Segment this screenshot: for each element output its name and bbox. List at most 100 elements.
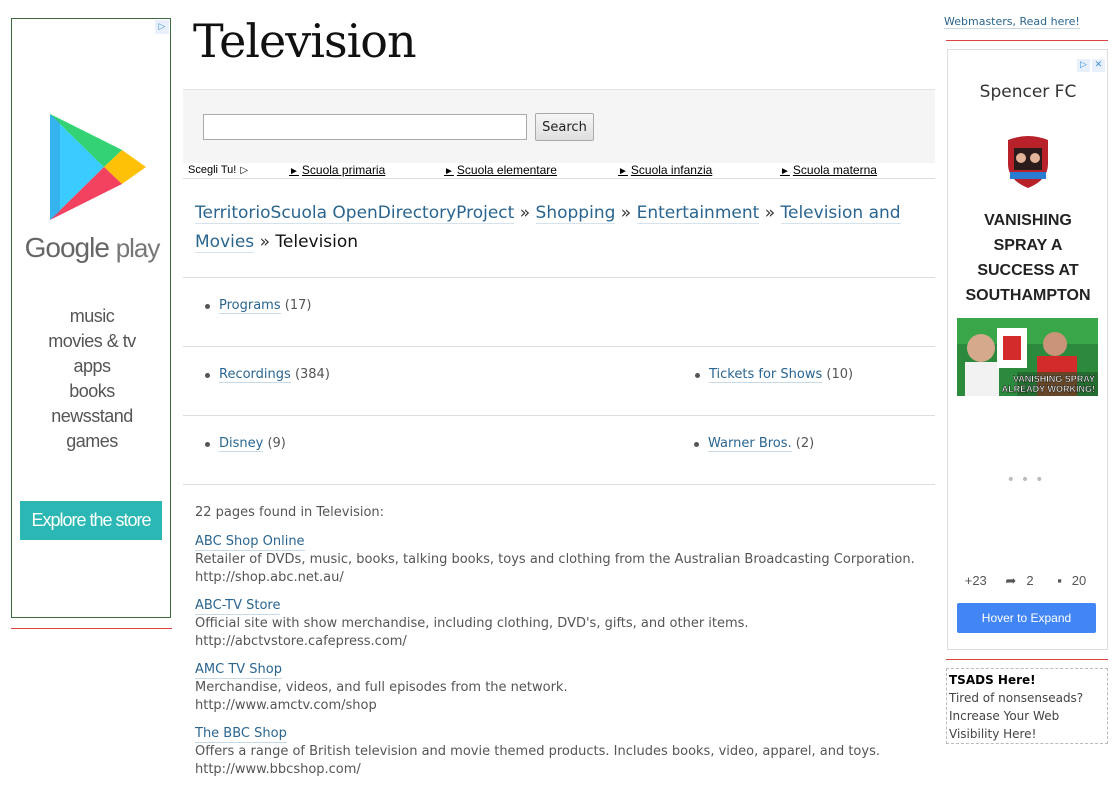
category-tickets: Tickets for Shows (10) (695, 367, 854, 383)
site-url: http://shop.abc.net.au/ (195, 570, 344, 585)
school-link-elementare[interactable]: ► Scuola elementare (444, 163, 557, 177)
explore-store-button[interactable]: Explore the store (20, 501, 162, 540)
category-link-tickets[interactable]: Tickets for Shows (709, 367, 823, 383)
play-arrow-icon: ► (289, 166, 299, 177)
play-arrow-icon: ► (444, 166, 454, 177)
site-title-link[interactable]: AMC TV Shop (195, 661, 282, 679)
category-count: (17) (284, 298, 312, 313)
divider (183, 484, 935, 485)
gp-item-books: books (69, 381, 115, 401)
gp-item-newsstand: newsstand (51, 406, 133, 426)
category-link-recordings[interactable]: Recordings (219, 367, 291, 383)
site-title-link[interactable]: The BBC Shop (195, 725, 287, 743)
site-description: Merchandise, videos, and full episodes f… (195, 680, 568, 695)
bullet-icon (695, 373, 700, 378)
site-entry: The BBC Shop Offers a range of British t… (195, 725, 880, 779)
breadcrumb-separator: » (620, 203, 632, 223)
breadcrumb-separator: » (519, 203, 531, 223)
adchoices-icon[interactable]: ▷ (1077, 59, 1090, 72)
breadcrumb-link-shopping[interactable]: Shopping (535, 203, 616, 224)
bullet-icon (205, 442, 210, 447)
gp-item-music: music (69, 306, 115, 326)
site-entry: AMC TV Shop Merchandise, videos, and ful… (195, 661, 568, 715)
page-title: Television (193, 14, 417, 68)
site-url: http://abctvstore.cafepress.com/ (195, 634, 407, 649)
right-divider (946, 659, 1108, 660)
site-entry: ABC Shop Online Retailer of DVDs, music,… (195, 533, 915, 587)
breadcrumb-link-entertainment[interactable]: Entertainment (636, 203, 760, 224)
school-link-infanzia[interactable]: ► Scuola infanzia (618, 163, 712, 177)
category-link-programs[interactable]: Programs (219, 298, 281, 314)
right-divider (946, 40, 1108, 41)
category-count: (10) (826, 367, 854, 382)
site-title-link[interactable]: ABC-TV Store (195, 597, 281, 615)
bullet-icon (694, 442, 699, 447)
school-bar: Scegli Tu! ▷ ► Scuola primaria ► Scuola ele… (183, 163, 935, 179)
bullet-icon (205, 373, 210, 378)
category-link-warner[interactable]: Warner Bros. (708, 436, 792, 452)
carousel-dots-icon[interactable]: ••• (948, 472, 1108, 488)
google-play-logo-icon (50, 114, 146, 220)
left-divider (11, 628, 172, 629)
divider (183, 277, 935, 278)
tsads-title[interactable]: TSADS Here! (949, 672, 1105, 689)
divider (183, 346, 935, 347)
search-panel: Search (183, 89, 935, 163)
comment-icon: ▪ (1057, 573, 1062, 588)
tsads-line: Visibility Here! (949, 727, 1037, 741)
category-warner: Warner Bros. (2) (694, 436, 815, 452)
tsads-line: Tired of nonsenseads? (949, 691, 1084, 705)
google-play-ad[interactable]: ▷ Google play music movies & tv apps boo… (11, 18, 171, 618)
pages-found-summary: 22 pages found in Television: (195, 505, 385, 520)
category-count: (384) (294, 367, 330, 382)
gp-item-games: games (66, 431, 118, 451)
share-icon: ➦ (1005, 573, 1017, 588)
comment-count: ▪ 20 (1057, 573, 1087, 588)
site-description: Offers a range of British television and… (195, 744, 880, 759)
play-arrow-icon: ► (618, 166, 628, 177)
play-arrow-icon: ► (780, 166, 790, 177)
share-count: ➦ 2 (1005, 573, 1034, 588)
category-recordings: Recordings (384) (205, 367, 330, 383)
ad-photo: VANISHING SPRAY ALREADY WORKING! (957, 318, 1098, 396)
category-count: (9) (267, 436, 286, 451)
breadcrumb-link-root[interactable]: TerritorioScuola OpenDirectoryProject (195, 203, 515, 224)
category-programs: Programs (17) (205, 298, 312, 314)
site-description: Retailer of DVDs, music, books, talking … (195, 552, 915, 567)
scegli-label[interactable]: Scegli Tu! ▷ (188, 164, 248, 176)
spencer-fc-ad[interactable]: ▷ ✕ Spencer FC VANISHING SPRAY A SUCCESS … (947, 49, 1108, 650)
tsads-box[interactable]: TSADS Here! Tired of nonsenseads? Increa… (946, 668, 1108, 744)
site-title-link[interactable]: ABC Shop Online (195, 533, 305, 551)
site-entry: ABC-TV Store Official site with show mer… (195, 597, 749, 651)
photo-caption: VANISHING SPRAY (1013, 374, 1095, 384)
breadcrumb-separator: » (259, 232, 270, 252)
breadcrumb-separator: » (764, 203, 776, 223)
search-input[interactable] (203, 114, 527, 140)
divider (183, 415, 935, 416)
club-crest-icon (1008, 136, 1048, 188)
play-icon: ▷ (240, 165, 249, 176)
search-button[interactable]: Search (535, 113, 594, 141)
breadcrumb: TerritorioScuola OpenDirectoryProject » … (195, 199, 923, 257)
close-icon[interactable]: ✕ (1092, 59, 1105, 72)
ad-icons: ▷ ✕ (1075, 52, 1105, 72)
hover-expand-button[interactable]: Hover to Expand (957, 603, 1096, 633)
breadcrumb-current: Television (275, 232, 359, 252)
ad-headline: VANISHING SPRAY A SUCCESS AT SOUTHAMPTON (965, 212, 1091, 304)
plus-count: +23 (964, 573, 987, 588)
adchoices-icon[interactable]: ▷ (155, 20, 169, 34)
photo-caption: ALREADY WORKING! (1002, 384, 1095, 394)
webmasters-link[interactable]: Webmasters, Read here! (944, 15, 1080, 29)
category-count: (2) (795, 436, 815, 451)
category-link-disney[interactable]: Disney (219, 436, 264, 452)
school-link-materna[interactable]: ► Scuola materna (780, 163, 877, 177)
gp-item-apps: apps (73, 356, 111, 376)
site-description: Official site with show merchandise, inc… (195, 616, 749, 631)
site-url: http://www.bbcshop.com/ (195, 762, 361, 777)
site-url: http://www.amctv.com/shop (195, 698, 377, 713)
google-play-wordmark: Google play (24, 232, 161, 263)
bullet-icon (205, 304, 210, 309)
gp-item-movies-tv: movies & tv (48, 331, 136, 351)
tsads-line: Increase Your Web (949, 709, 1060, 723)
school-link-primaria[interactable]: ► Scuola primaria (289, 163, 385, 177)
